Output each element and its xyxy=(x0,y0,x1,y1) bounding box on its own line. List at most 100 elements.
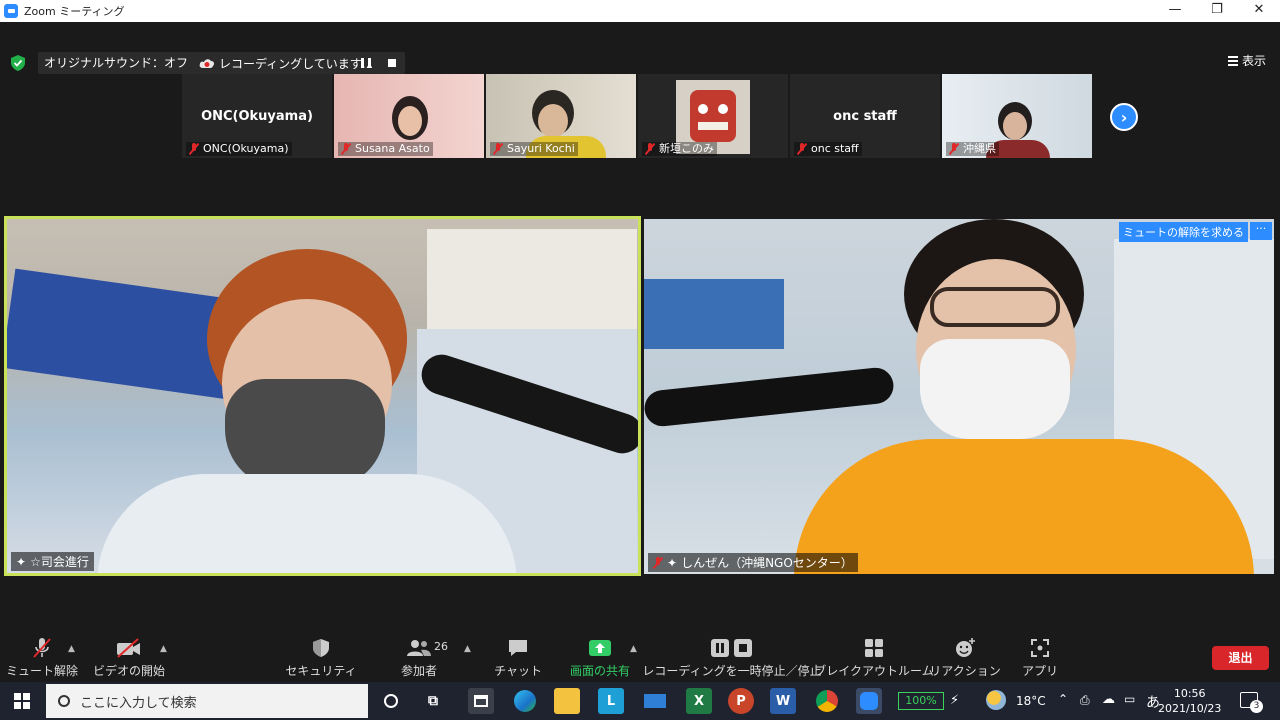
video-options-chevron-up-icon[interactable]: ▲ xyxy=(160,644,167,654)
chevron-right-icon: › xyxy=(1120,107,1128,127)
participant-name-tag: Susana Asato xyxy=(338,142,433,156)
participant-name-tag: 新垣このみ xyxy=(642,142,717,156)
meeting-area: オリジナルサウンド：オフ ▼ レコーディングしています... 表示 ONC(Ok… xyxy=(0,22,1280,632)
security-label: セキュリティ xyxy=(285,664,357,678)
audio-options-chevron-up-icon[interactable]: ▲ xyxy=(68,644,75,654)
mic-muted-icon xyxy=(949,143,959,155)
breakout-rooms-icon xyxy=(864,636,884,660)
start-video-button[interactable]: ビデオの開始 xyxy=(93,636,165,679)
system-clock[interactable]: 10:56 2021/10/23 xyxy=(1158,686,1221,716)
cortana-icon[interactable] xyxy=(378,688,404,714)
notification-count: 3 xyxy=(1250,700,1263,713)
mute-label: ミュート解除 xyxy=(6,664,79,678)
file-explorer-icon[interactable] xyxy=(554,688,580,714)
participant-name: ONC(Okuyama) xyxy=(203,142,289,155)
store-icon[interactable] xyxy=(468,688,494,714)
more-options-button[interactable]: ··· xyxy=(1250,222,1272,240)
security-button[interactable]: セキュリティ xyxy=(285,636,357,679)
participant-thumbnail[interactable]: ONC(Okuyama) ONC(Okuyama) xyxy=(182,74,332,158)
security-shield-icon xyxy=(312,636,330,660)
video-tile-right[interactable]: ミュートの解除を求める ··· ✦ しんぜん（沖縄NGOセンター） xyxy=(644,219,1274,574)
recording-label: レコーディングしています... xyxy=(219,56,374,71)
chat-icon xyxy=(507,636,529,660)
notification-center-icon[interactable]: 3 xyxy=(1240,692,1263,713)
participant-name-tag: onc staff xyxy=(794,142,862,156)
leave-meeting-button[interactable]: 退出 xyxy=(1212,646,1269,670)
onedrive-cloud-icon[interactable]: ☁ xyxy=(1102,692,1115,707)
weather-icon[interactable] xyxy=(986,690,1006,710)
mic-muted-icon xyxy=(493,143,503,155)
mute-button[interactable]: ミュート解除 xyxy=(6,636,78,679)
request-unmute-button[interactable]: ミュートの解除を求める xyxy=(1119,222,1248,242)
window-titlebar: Zoom ミーティング — ❐ ✕ xyxy=(0,0,1280,22)
window-controls: — ❐ ✕ xyxy=(1154,0,1280,22)
apps-label: アプリ xyxy=(1022,664,1059,678)
video-banner xyxy=(644,279,784,349)
participant-name: しんぜん（沖縄NGOセンター） xyxy=(681,556,853,570)
participant-name-tag: ✦ ☆司会進行 xyxy=(11,552,94,571)
close-button[interactable]: ✕ xyxy=(1238,0,1280,22)
tray-app-icon[interactable]: ⎙ xyxy=(1080,693,1090,708)
participant-video-face xyxy=(1003,112,1027,140)
windows-start-icon[interactable] xyxy=(14,693,30,709)
restore-button[interactable]: ❐ xyxy=(1196,0,1238,22)
smiley-plus-icon xyxy=(954,636,976,660)
speaker-mask xyxy=(225,379,385,489)
video-tile-left[interactable]: ✦ ☆司会進行 xyxy=(4,216,641,576)
encryption-shield-icon[interactable] xyxy=(11,55,25,71)
temperature[interactable]: 18°C xyxy=(1016,694,1046,708)
participant-thumbnail[interactable]: Susana Asato xyxy=(334,74,484,158)
participant-thumbnail[interactable]: onc staff onc staff xyxy=(790,74,940,158)
show-hidden-icons-chevron-up-icon[interactable]: ⌃ xyxy=(1058,692,1068,706)
participant-video-face xyxy=(398,106,422,136)
minimize-button[interactable]: — xyxy=(1154,0,1196,22)
pause-recording-icon[interactable] xyxy=(361,58,371,68)
share-screen-icon xyxy=(588,636,612,660)
share-options-chevron-up-icon[interactable]: ▲ xyxy=(630,644,637,654)
task-view-icon[interactable]: ⧉ xyxy=(420,688,446,714)
share-screen-label: 画面の共有 xyxy=(569,664,630,678)
zoom-taskbar-icon[interactable] xyxy=(856,688,882,714)
taskbar-search-box[interactable]: ここに入力して検索 xyxy=(46,684,368,718)
participant-name-tag: ✦ しんぜん（沖縄NGOセンター） xyxy=(648,553,858,572)
clock-date: 2021/10/23 xyxy=(1158,702,1222,715)
reactions-label: リアクション xyxy=(929,664,1001,678)
stop-recording-icon[interactable] xyxy=(388,59,396,67)
recording-control-button[interactable]: レコーディングを一時停止／停止 xyxy=(642,636,822,679)
view-button[interactable]: 表示 xyxy=(1228,52,1266,69)
share-screen-button[interactable]: 画面の共有 xyxy=(568,636,632,679)
pin-icon: ✦ xyxy=(16,554,27,569)
word-icon[interactable]: W xyxy=(770,688,796,714)
reactions-button[interactable]: リアクション xyxy=(929,636,1001,679)
zoom-logo-icon xyxy=(4,4,18,18)
powerpoint-icon[interactable]: P xyxy=(728,688,754,714)
next-page-button[interactable]: › xyxy=(1110,103,1138,131)
line-app-icon[interactable]: L xyxy=(598,688,624,714)
network-icon[interactable]: ▭ xyxy=(1124,692,1135,706)
pin-icon: ✦ xyxy=(667,555,678,570)
participant-thumbnail[interactable]: 新垣このみ xyxy=(638,74,788,158)
mic-muted-icon xyxy=(653,556,663,569)
microphone-muted-icon xyxy=(32,636,52,660)
participant-thumbnail[interactable]: 沖縄県 xyxy=(942,74,1092,158)
original-sound-toggle[interactable]: オリジナルサウンド：オフ ▼ xyxy=(38,52,211,74)
excel-icon[interactable]: X xyxy=(686,688,712,714)
breakout-rooms-button[interactable]: ブレイクアウトルーム xyxy=(814,636,934,679)
chrome-icon[interactable] xyxy=(814,688,840,714)
mic-muted-icon xyxy=(189,143,199,155)
participant-name-tag: 沖縄県 xyxy=(946,142,999,156)
pause-stop-recording-icon xyxy=(710,636,754,660)
mic-muted-icon xyxy=(797,143,807,155)
battery-indicator[interactable]: 100% xyxy=(898,692,944,710)
participants-count: 26 xyxy=(434,640,448,653)
edge-browser-icon[interactable] xyxy=(512,688,538,714)
mic-muted-icon xyxy=(341,143,351,155)
cloud-recording-icon xyxy=(199,59,215,68)
power-plug-icon: ⚡ xyxy=(950,693,960,708)
apps-icon xyxy=(1030,636,1050,660)
participants-chevron-up-icon[interactable]: ▲ xyxy=(464,644,471,654)
apps-button[interactable]: アプリ xyxy=(1022,636,1058,679)
mail-icon[interactable] xyxy=(642,688,668,714)
participant-thumbnail[interactable]: Sayuri Kochi xyxy=(486,74,636,158)
chat-button[interactable]: チャット xyxy=(494,636,542,679)
